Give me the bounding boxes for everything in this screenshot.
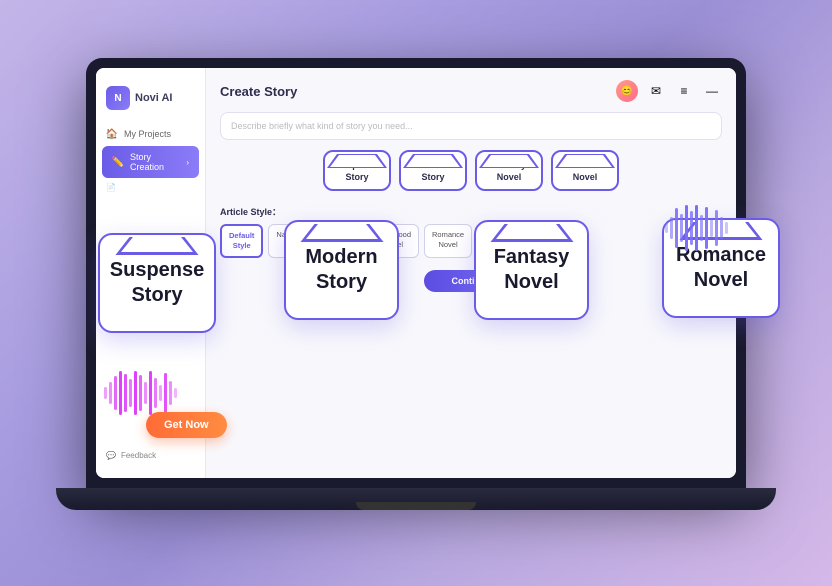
pencil-icon: ✏️: [112, 156, 124, 168]
main-header: Create Story 😊 ✉ ≡ —: [220, 80, 722, 102]
sidebar-item-my-projects[interactable]: 🏠 My Projects: [96, 122, 205, 146]
sidebar-logo: N Novi AI: [96, 78, 205, 122]
chip-default[interactable]: Default Style: [220, 224, 263, 258]
card-modern[interactable]: Modern Story: [399, 150, 467, 191]
doc-icon: 📄: [106, 183, 116, 192]
card-fantasy-title: Fantasy Novel: [492, 160, 526, 183]
sidebar-story-creation-label: Story Creation: [130, 152, 180, 172]
sidebar-feedback[interactable]: 💬 Feedback: [96, 443, 205, 468]
float-card-romance[interactable]: RomanceNovel: [662, 218, 780, 318]
card-modern-title: Modern Story: [417, 160, 450, 183]
story-cards-container: Suspense Story Modern Story Fantasy Nove…: [220, 150, 722, 191]
card-suspense[interactable]: Suspense Story: [323, 150, 391, 191]
card-romance-title: Romance Novel: [565, 160, 606, 183]
float-card-modern[interactable]: ModernStory: [284, 220, 399, 320]
float-card-fantasy[interactable]: FantasyNovel: [474, 220, 589, 320]
textarea-placeholder: Describe briefly what kind of story you …: [231, 121, 413, 131]
feedback-icon: 💬: [106, 451, 116, 460]
chip-romance[interactable]: Romance Novel: [424, 224, 472, 258]
sidebar-my-projects-label: My Projects: [124, 129, 171, 139]
card-suspense-title: Suspense Story: [336, 160, 379, 183]
laptop-base: [56, 488, 776, 510]
home-icon: 🏠: [106, 128, 118, 140]
app-name: Novi AI: [135, 92, 173, 104]
more-icon[interactable]: —: [702, 81, 722, 101]
menu-icon[interactable]: ≡: [674, 81, 694, 101]
user-avatar[interactable]: 😊: [616, 80, 638, 102]
float-card-suspense[interactable]: SuspenseStory: [98, 233, 216, 333]
header-icons: 😊 ✉ ≡ —: [616, 80, 722, 102]
card-romance[interactable]: Romance Novel: [551, 150, 619, 191]
arrow-right-icon: ›: [186, 158, 189, 167]
mail-icon[interactable]: ✉: [646, 81, 666, 101]
sidebar-item-story-creation[interactable]: ✏️ Story Creation ›: [102, 146, 199, 178]
logo-icon: N: [106, 86, 130, 110]
laptop-notch: [376, 58, 456, 66]
sidebar-doc-item[interactable]: 📄: [96, 178, 205, 197]
story-description-input[interactable]: Describe briefly what kind of story you …: [220, 112, 722, 140]
page-title: Create Story: [220, 84, 297, 99]
article-style-label: Article Style：: [220, 205, 722, 218]
card-fantasy[interactable]: Fantasy Novel: [475, 150, 543, 191]
